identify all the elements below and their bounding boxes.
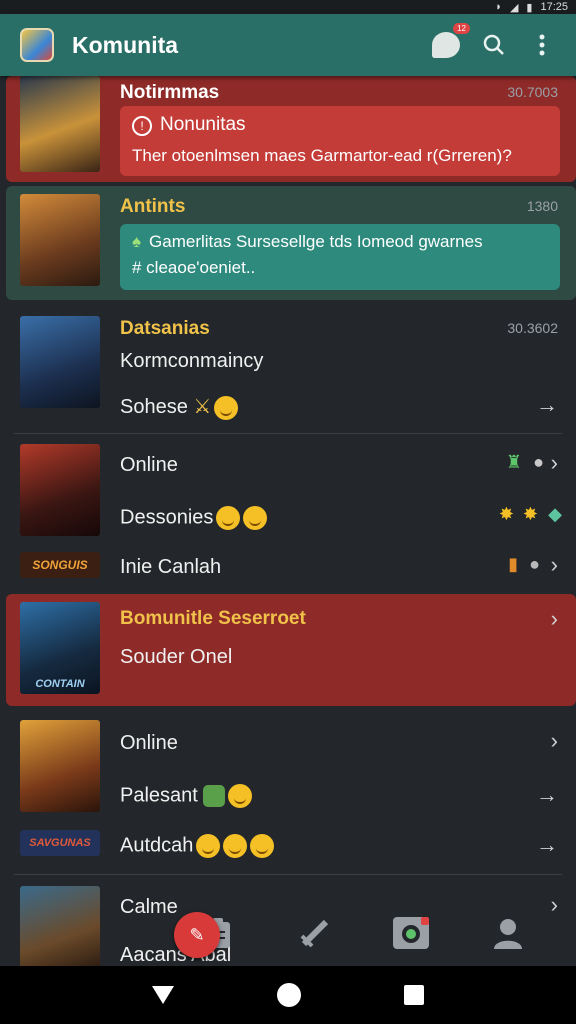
chat-icon-button[interactable]: 12: [428, 23, 470, 63]
smile-emoji-icon: [243, 506, 268, 530]
game-thumbnail: [20, 194, 100, 286]
chevron-right-icon[interactable]: ›: [551, 606, 558, 632]
back-icon[interactable]: [151, 986, 174, 1004]
gem-icon: ◆: [548, 504, 562, 524]
gamepad-icon: [393, 917, 430, 949]
smile-emoji-icon: [223, 834, 248, 858]
item-time: 30.7003: [507, 84, 558, 100]
sparkle-icon: ✸: [522, 504, 538, 524]
list-item[interactable]: Datsanias 30.3602 Kormconmaincy Sohese ⚔…: [6, 308, 576, 432]
smile-emoji-icon: [196, 834, 221, 858]
game-thumbnail: [20, 720, 100, 812]
item-detail: Autdcah: [120, 834, 194, 857]
item-status: Online: [120, 454, 178, 476]
smile-emoji-icon: [228, 784, 253, 808]
item-time: 1380: [526, 198, 558, 214]
chevron-right-icon[interactable]: ›: [551, 552, 558, 578]
item-time: 30.3602: [507, 320, 558, 336]
game-thumbnail: CONTAIN: [20, 602, 100, 694]
edit-icon: ✎: [189, 924, 205, 945]
item-subtitle: Kormconmaincy: [120, 350, 264, 372]
status-time: 17:25: [540, 1, 568, 13]
potion-icon: ♜: [505, 452, 522, 472]
search-button[interactable]: [476, 27, 512, 63]
more-options-button[interactable]: [524, 27, 560, 63]
message-bubble[interactable]: ! Nonunitas Ther otoenlmsen maes Garmarto…: [120, 106, 560, 176]
item-subtitle: Dessonies: [120, 506, 214, 529]
app-title: Komunita: [72, 31, 179, 58]
chevron-right-icon[interactable]: ›: [551, 728, 558, 754]
message-body: Ther otoenlmsen maes Garmartor-ead r(Grr…: [132, 146, 512, 165]
nav-games[interactable]: [391, 913, 431, 953]
community-list[interactable]: Notirmmas 30.7003 ! Nonunitas Ther otoenl…: [0, 76, 576, 966]
thumbnail-label: CONTAIN: [35, 678, 85, 690]
item-title: Bomunitle Seserroet: [120, 608, 306, 629]
heart-eyes-emoji-icon: [250, 834, 275, 858]
game-logo-badge: SONGUIS: [20, 552, 100, 578]
list-item[interactable]: Antints 1380 ♠ Gamerlitas Sursesellge tds…: [6, 186, 576, 300]
smile-emoji-icon: [216, 506, 241, 530]
item-status: Online: [120, 732, 178, 754]
message-body: Gamerlitas Sursesellge tds Iomeod gwarne…: [149, 232, 483, 251]
potion-icon: ♠: [132, 232, 142, 251]
sword-icon: ⚔: [193, 396, 212, 418]
game-thumbnail: [20, 76, 100, 172]
nav-sword[interactable]: [295, 913, 335, 953]
system-nav-bar: [0, 966, 576, 1024]
divider: [14, 433, 562, 434]
list-item[interactable]: CONTAIN Bomunitle Seserroet › Souder One…: [6, 594, 576, 706]
alert-icon: !: [132, 116, 152, 136]
game-logo-badge: SAVGUNAS: [20, 830, 100, 856]
bottom-nav: [0, 900, 576, 966]
message-body-2: # cleaoe'oeniet..: [132, 258, 256, 277]
item-title: Notirmmas: [120, 82, 220, 103]
arrow-right-icon[interactable]: →: [536, 832, 558, 858]
status-bar: ◗ ◢ ▮ 17:25: [0, 0, 576, 14]
chat-badge: 12: [453, 23, 470, 34]
list-item[interactable]: Online › Palesant → SAVGUNAS Autdcah →: [6, 716, 576, 866]
recents-icon[interactable]: [404, 985, 425, 1005]
more-vert-icon: [539, 34, 545, 56]
smile-emoji-icon: [214, 395, 239, 420]
message-title: Nonunitas: [160, 114, 246, 135]
item-title: Datsanias: [120, 318, 210, 339]
arrow-right-icon[interactable]: →: [536, 392, 558, 418]
nav-profile[interactable]: [488, 913, 528, 953]
wifi-icon: ◗: [495, 1, 502, 13]
profile-icon: [493, 919, 522, 949]
star-icon: ✸: [498, 504, 514, 524]
chat-icon: [432, 32, 460, 58]
game-thumbnail: [20, 444, 100, 536]
sword-icon: [300, 919, 328, 948]
item-status: Sohese: [120, 396, 188, 418]
home-icon[interactable]: [276, 983, 301, 1007]
gem-icon: [203, 785, 226, 807]
item-detail: Inie Canlah: [120, 556, 222, 578]
message-bubble[interactable]: ♠ Gamerlitas Sursesellge tds Iomeod gwarn…: [120, 224, 560, 290]
divider: [14, 874, 562, 875]
potion-bottle-icon: ▮: [508, 554, 518, 574]
search-icon: [483, 34, 504, 55]
list-item[interactable]: Online ♜ ● › Dessonies ✸ ✸ ◆ SONGUIS Ini…: [6, 438, 576, 586]
pet-icon: ●: [533, 452, 544, 472]
compose-fab[interactable]: ✎: [174, 912, 220, 958]
item-subtitle: Palesant: [120, 784, 198, 807]
game-thumbnail: [20, 316, 100, 408]
item-subtitle: Souder Onel: [120, 646, 233, 668]
ghost-icon: ●: [529, 554, 540, 574]
signal-icon: ◢: [509, 1, 519, 14]
list-item[interactable]: Notirmmas 30.7003 ! Nonunitas Ther otoenl…: [6, 76, 576, 182]
app-logo: [20, 28, 54, 62]
app-bar: Komunita 12: [0, 14, 576, 76]
item-title: Antints: [120, 196, 186, 217]
battery-icon: ▮: [526, 1, 533, 14]
chevron-right-icon[interactable]: ›: [551, 450, 558, 476]
arrow-right-icon[interactable]: →: [536, 782, 558, 808]
